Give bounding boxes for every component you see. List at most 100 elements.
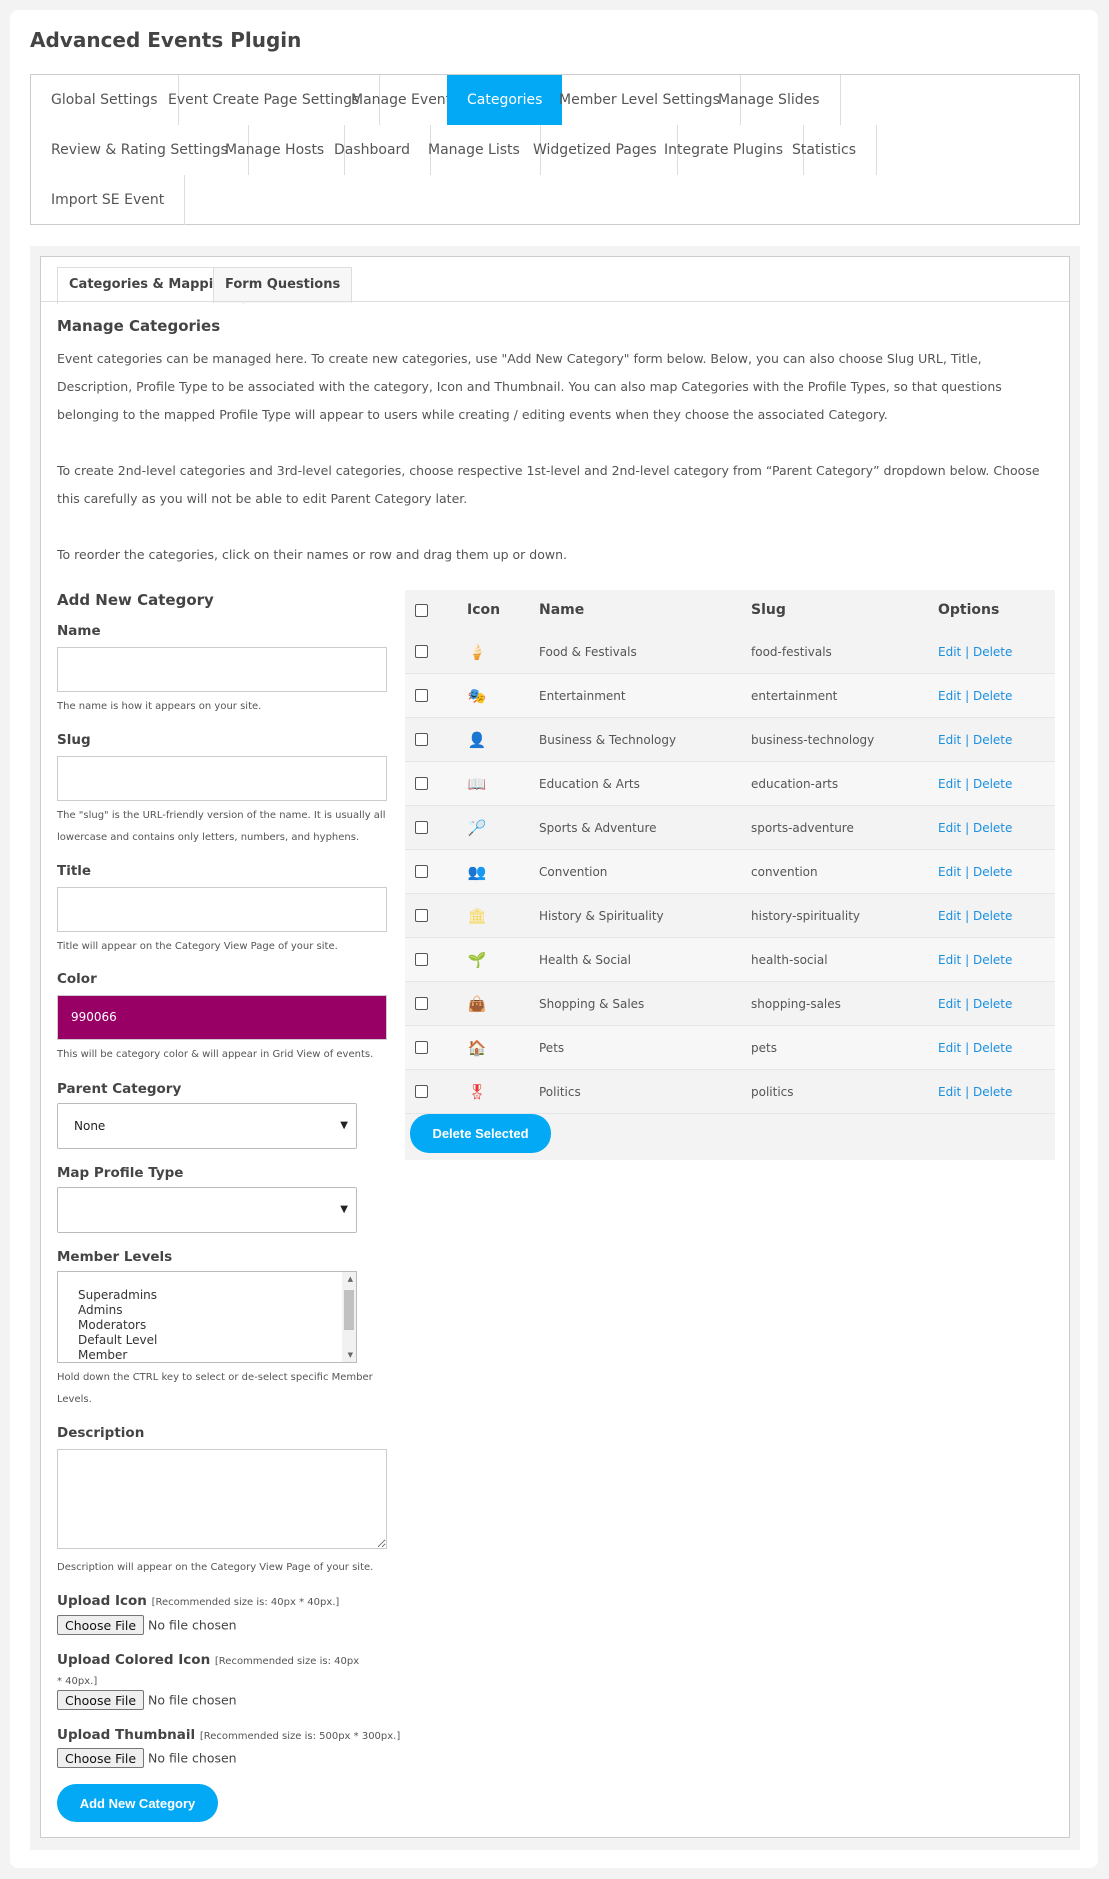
upload-icon-title: Upload Icon [57,1593,147,1609]
row-checkbox[interactable] [415,777,428,790]
category-name: Health & Social [539,953,631,967]
shopping-bag-icon: 👜 [467,995,487,1013]
row-checkbox[interactable] [415,689,428,702]
racket-icon: 🏸 [467,819,487,837]
row-checkbox[interactable] [415,865,428,878]
row-checkbox[interactable] [415,909,428,922]
upload-thumbnail-title: Upload Thumbnail [57,1727,196,1743]
table-row[interactable]: 🎭 Entertainment entertainment Edit | Del… [405,674,1055,718]
row-checkbox[interactable] [415,1041,428,1054]
name-hint: The name is how it appears on your site. [57,701,262,712]
edit-link[interactable]: Edit [938,865,961,879]
row-checkbox[interactable] [415,821,428,834]
category-slug: food-festivals [751,645,832,659]
member-level-option[interactable]: Default Level [78,1333,356,1348]
options: Edit | Delete [938,806,1012,850]
member-level-option[interactable]: Superadmins [78,1288,356,1303]
edit-link[interactable]: Edit [938,689,961,703]
options: Edit | Delete [938,762,1012,806]
tab-manage-slides[interactable]: Manage Slides [698,75,841,125]
delete-selected-button[interactable]: Delete Selected [410,1114,551,1153]
member-level-option[interactable]: Admins [78,1303,356,1318]
row-checkbox[interactable] [415,1085,428,1098]
table-row[interactable]: 🎖 Politics politics Edit | Delete [405,1070,1055,1114]
member-levels-label: Member Levels [57,1249,173,1265]
separator: | [965,997,970,1011]
add-new-category-button[interactable]: Add New Category [57,1784,218,1822]
choose-file-button[interactable]: Choose File [57,1615,145,1635]
file-status: No file chosen [148,1617,237,1633]
member-level-option[interactable]: Member [78,1348,356,1362]
color-input[interactable]: 990066 [57,995,387,1040]
slug-input[interactable] [57,756,387,801]
choose-file-button[interactable]: Choose File [57,1690,145,1710]
table-row[interactable]: 🏛 History & Spirituality history-spiritu… [405,894,1055,938]
category-name: Food & Festivals [539,645,637,659]
delete-link[interactable]: Delete [973,821,1012,835]
category-name: Pets [539,1041,565,1055]
tab-form-questions[interactable]: Form Questions [213,267,353,303]
category-slug: shopping-sales [751,997,841,1011]
table-row[interactable]: 🏠 Pets pets Edit | Delete [405,1026,1055,1070]
edit-link[interactable]: Edit [938,1085,961,1099]
upload-colored-icon-file: Choose File No file chosen [57,1690,237,1710]
tab-import-se-event[interactable]: Import SE Event [31,175,186,225]
edit-link[interactable]: Edit [938,997,961,1011]
food-icon: 🍦 [467,643,487,661]
edit-link[interactable]: Edit [938,1041,961,1055]
tab-statistics[interactable]: Statistics [772,125,877,175]
name-input[interactable] [57,647,387,692]
temple-icon: 🏛 [467,907,487,925]
award-ribbon-icon: 🎖 [467,1083,487,1101]
delete-link[interactable]: Delete [973,645,1012,659]
table-row[interactable]: 📖 Education & Arts education-arts Edit |… [405,762,1055,806]
row-checkbox[interactable] [415,997,428,1010]
table-row[interactable]: 🏸 Sports & Adventure sports-adventure Ed… [405,806,1055,850]
table-row[interactable]: 🌱 Health & Social health-social Edit | D… [405,938,1055,982]
scrollbar-thumb[interactable] [344,1290,354,1330]
description-textarea[interactable] [57,1449,387,1549]
delete-link[interactable]: Delete [973,777,1012,791]
table-row[interactable]: 👤 Business & Technology business-technol… [405,718,1055,762]
delete-link[interactable]: Delete [973,909,1012,923]
slug-label: Slug [57,732,91,748]
edit-link[interactable]: Edit [938,909,961,923]
levels-paragraph: To create 2nd-level categories and 3rd-l… [57,463,1040,506]
delete-link[interactable]: Delete [973,865,1012,879]
category-slug: entertainment [751,689,838,703]
choose-file-button[interactable]: Choose File [57,1748,145,1768]
edit-link[interactable]: Edit [938,733,961,747]
select-all-checkbox[interactable] [415,604,428,617]
delete-link[interactable]: Delete [973,953,1012,967]
table-row[interactable]: 👥 Convention convention Edit | Delete [405,850,1055,894]
category-name: Shopping & Sales [539,997,645,1011]
edit-link[interactable]: Edit [938,777,961,791]
title-input[interactable] [57,887,387,932]
table-row[interactable]: 🍦 Food & Festivals food-festivals Edit |… [405,630,1055,674]
options: Edit | Delete [938,674,1012,718]
businessman-icon: 👤 [467,731,487,749]
edit-link[interactable]: Edit [938,953,961,967]
delete-link[interactable]: Delete [973,997,1012,1011]
delete-link[interactable]: Delete [973,1041,1012,1055]
row-checkbox[interactable] [415,645,428,658]
member-level-option[interactable]: Moderators [78,1318,356,1333]
table-row[interactable]: 👜 Shopping & Sales shopping-sales Edit |… [405,982,1055,1026]
row-checkbox[interactable] [415,733,428,746]
parent-category-select[interactable]: None ▼ [57,1103,357,1149]
row-checkbox[interactable] [415,953,428,966]
delete-link[interactable]: Delete [973,689,1012,703]
delete-link[interactable]: Delete [973,733,1012,747]
pet-house-icon: 🏠 [467,1039,487,1057]
options: Edit | Delete [938,982,1012,1026]
member-levels-select[interactable]: ▲ ▼ Superadmins Admins Moderators Default L… [57,1271,357,1363]
separator: | [965,689,970,703]
edit-link[interactable]: Edit [938,645,961,659]
parent-category-value: None [74,1119,106,1133]
delete-link[interactable]: Delete [973,1085,1012,1099]
profile-type-select[interactable]: ▼ [57,1187,357,1233]
scroll-up-icon[interactable]: ▲ [348,1275,353,1283]
scroll-down-icon[interactable]: ▼ [348,1351,353,1359]
edit-link[interactable]: Edit [938,821,961,835]
section-heading: Manage Categories [57,317,221,335]
